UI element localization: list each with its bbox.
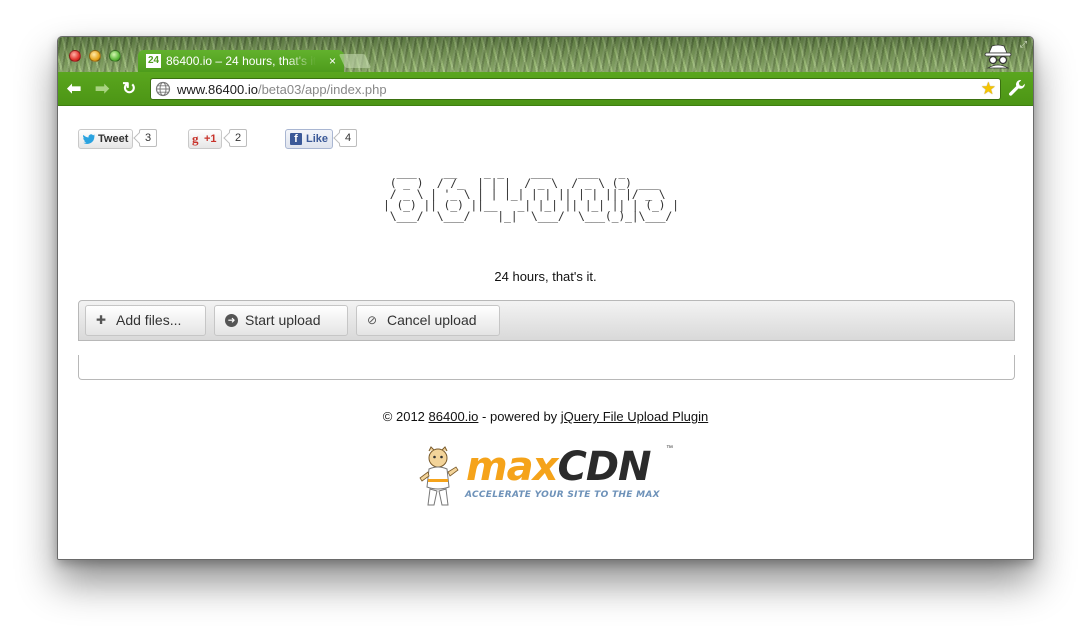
upload-file-list: [78, 355, 1015, 380]
cheetah-mascot-icon: [419, 446, 459, 506]
plugin-link[interactable]: jQuery File Upload Plugin: [561, 409, 708, 424]
circle-arrow-right-icon: ➜: [225, 314, 238, 327]
ascii-logo: ___ __ _ _ ___ ___ _ ( _ ) / /_ | | | / …: [383, 166, 713, 223]
footer: © 2012 86400.io - powered by jQuery File…: [58, 409, 1033, 424]
wordmark-cdn: CDN: [557, 444, 651, 490]
forward-button[interactable]: ➡: [95, 80, 109, 97]
trademark-symbol: ™: [666, 445, 673, 452]
tweet-count: 3: [139, 129, 158, 147]
address-bar[interactable]: www.86400.io/beta03/app/index.php ★: [150, 78, 1001, 100]
maxcdn-logo[interactable]: maxCDN ™ ACCELERATE YOUR SITE TO THE MAX: [416, 445, 678, 509]
plus-one-count: 2: [229, 129, 248, 147]
google-plus-one-button[interactable]: g +1: [188, 129, 222, 149]
zoom-window-button[interactable]: [109, 50, 121, 62]
bookmark-star-icon[interactable]: ★: [981, 79, 996, 99]
tab-title: 86400.io – 24 hours, that's it.: [166, 54, 316, 68]
cancel-upload-label: Cancel upload: [387, 312, 477, 328]
upload-toolbar: ✚ Add files... ➜ Start upload ⊘ Cancel u…: [78, 300, 1015, 341]
page-content: Tweet 3 g +1 2 f Like 4 ___ __ _ _ ___ _…: [58, 107, 1033, 559]
copyright-text: © 2012: [382, 409, 429, 424]
plus-icon: ✚: [96, 313, 107, 327]
incognito-icon: [984, 44, 1012, 69]
tweet-button[interactable]: Tweet: [78, 129, 133, 149]
url-path: /beta03/app/index.php: [257, 82, 387, 97]
new-tab-button[interactable]: [338, 54, 372, 68]
ban-circle-icon: ⊘: [367, 313, 378, 327]
wrench-icon[interactable]: [1007, 78, 1027, 98]
fullscreen-icon[interactable]: ⤢: [1020, 39, 1027, 50]
start-upload-label: Start upload: [245, 312, 321, 328]
minimize-window-button[interactable]: [89, 50, 101, 62]
browser-window: 24 86400.io – 24 hours, that's it. × ⤢ ⬅…: [57, 36, 1034, 560]
reload-button[interactable]: ↻: [122, 80, 136, 97]
add-files-button[interactable]: ✚ Add files...: [85, 305, 206, 336]
like-count: 4: [339, 129, 358, 147]
google-plus-icon: g: [192, 131, 199, 146]
globe-icon: [155, 81, 171, 97]
cancel-upload-button[interactable]: ⊘ Cancel upload: [356, 305, 500, 336]
start-upload-button[interactable]: ➜ Start upload: [214, 305, 348, 336]
tagline: 24 hours, that's it.: [494, 269, 597, 284]
ascii-logo-line: \___/ \___/ |_| \___/ \___(_)_|\___/: [383, 209, 673, 223]
like-label: Like: [306, 133, 329, 145]
back-button[interactable]: ⬅: [67, 80, 81, 97]
url-text[interactable]: www.86400.io/beta03/app/index.php: [177, 82, 387, 97]
social-buttons: Tweet 3 g +1 2 f Like 4: [78, 129, 368, 149]
facebook-like-button[interactable]: f Like: [285, 129, 333, 149]
title-bar: 24 86400.io – 24 hours, that's it. × ⤢: [58, 37, 1033, 72]
wordmark-max: max: [466, 444, 558, 490]
tab-close-icon[interactable]: ×: [329, 50, 336, 72]
close-window-button[interactable]: [69, 50, 81, 62]
add-files-label: Add files...: [116, 312, 182, 328]
maxcdn-tagline: ACCELERATE YOUR SITE TO THE MAX: [465, 490, 660, 500]
browser-tab-active[interactable]: 24 86400.io – 24 hours, that's it. ×: [138, 50, 344, 72]
facebook-icon: f: [290, 133, 302, 145]
maxcdn-wordmark: maxCDN: [466, 444, 652, 490]
twitter-bird-icon: [83, 134, 96, 144]
url-host: www.86400.io: [177, 82, 258, 97]
browser-toolbar: ⬅ ➡ ↻ www.86400.io/beta03/app/index.php …: [58, 72, 1033, 106]
site-link[interactable]: 86400.io: [429, 409, 479, 424]
powered-by-text: - powered by: [478, 409, 561, 424]
tweet-label: Tweet: [98, 133, 129, 145]
plus-one-label: +1: [204, 133, 217, 145]
favicon-icon: 24: [146, 54, 161, 68]
